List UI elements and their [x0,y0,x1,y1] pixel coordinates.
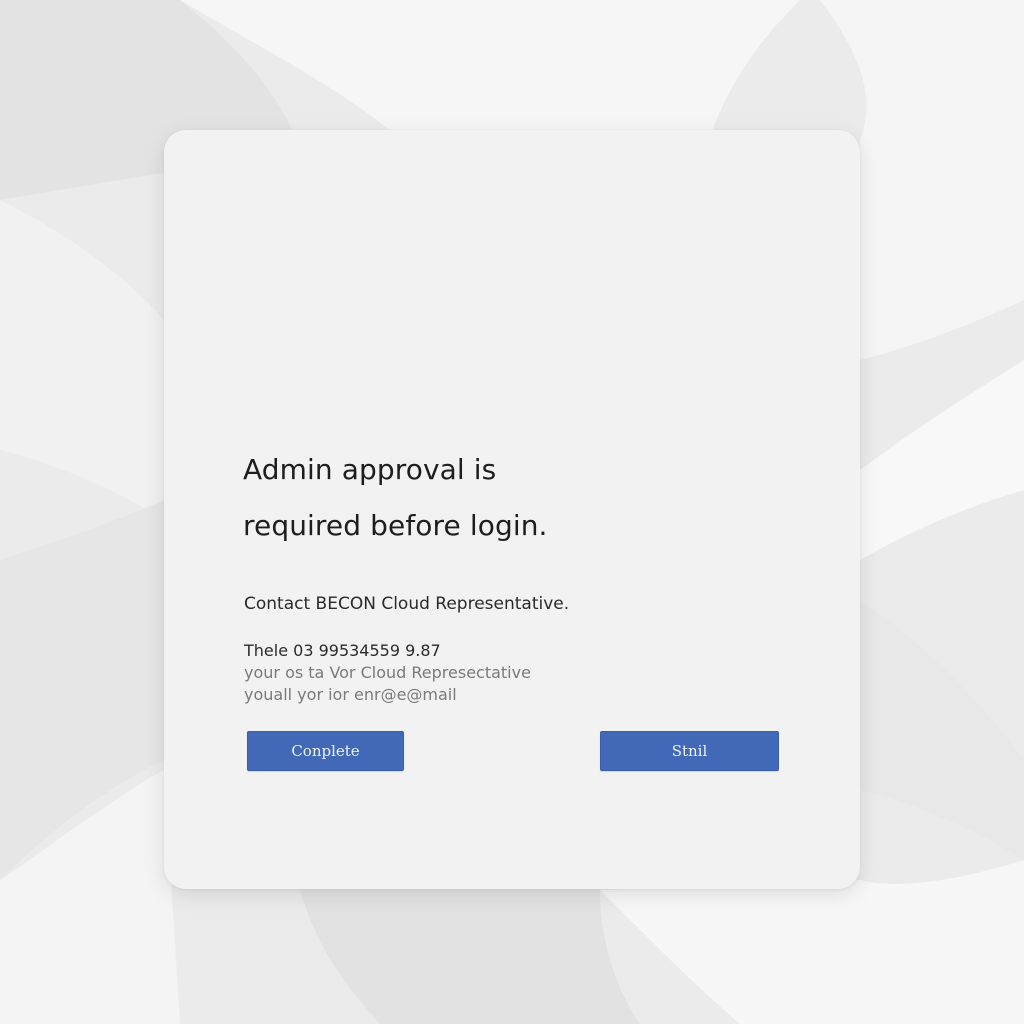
contact-instruction: Contact BECON Cloud Representative. [244,594,570,614]
page: { "dialog": { "heading_line1": "Admin ap… [0,0,1024,1024]
approval-dialog: Admin approval is required before login.… [164,130,860,889]
contact-detail-line-1: Thele 03 99534559 9.87 [244,641,441,660]
contact-detail-line-3: youall yor ior enr@e@mail [244,685,457,704]
complete-button[interactable]: Conplete [247,731,404,771]
heading-line-1: Admin approval is [243,453,497,486]
contact-detail-line-2: your os ta Vor Cloud Represectative [244,663,531,682]
email-button[interactable]: Stnil [600,731,779,771]
contact-details: Thele 03 99534559 9.87 your os ta Vor Cl… [244,640,531,706]
dialog-heading: Admin approval is required before login. [243,442,663,554]
heading-line-2: required before login. [243,509,548,542]
